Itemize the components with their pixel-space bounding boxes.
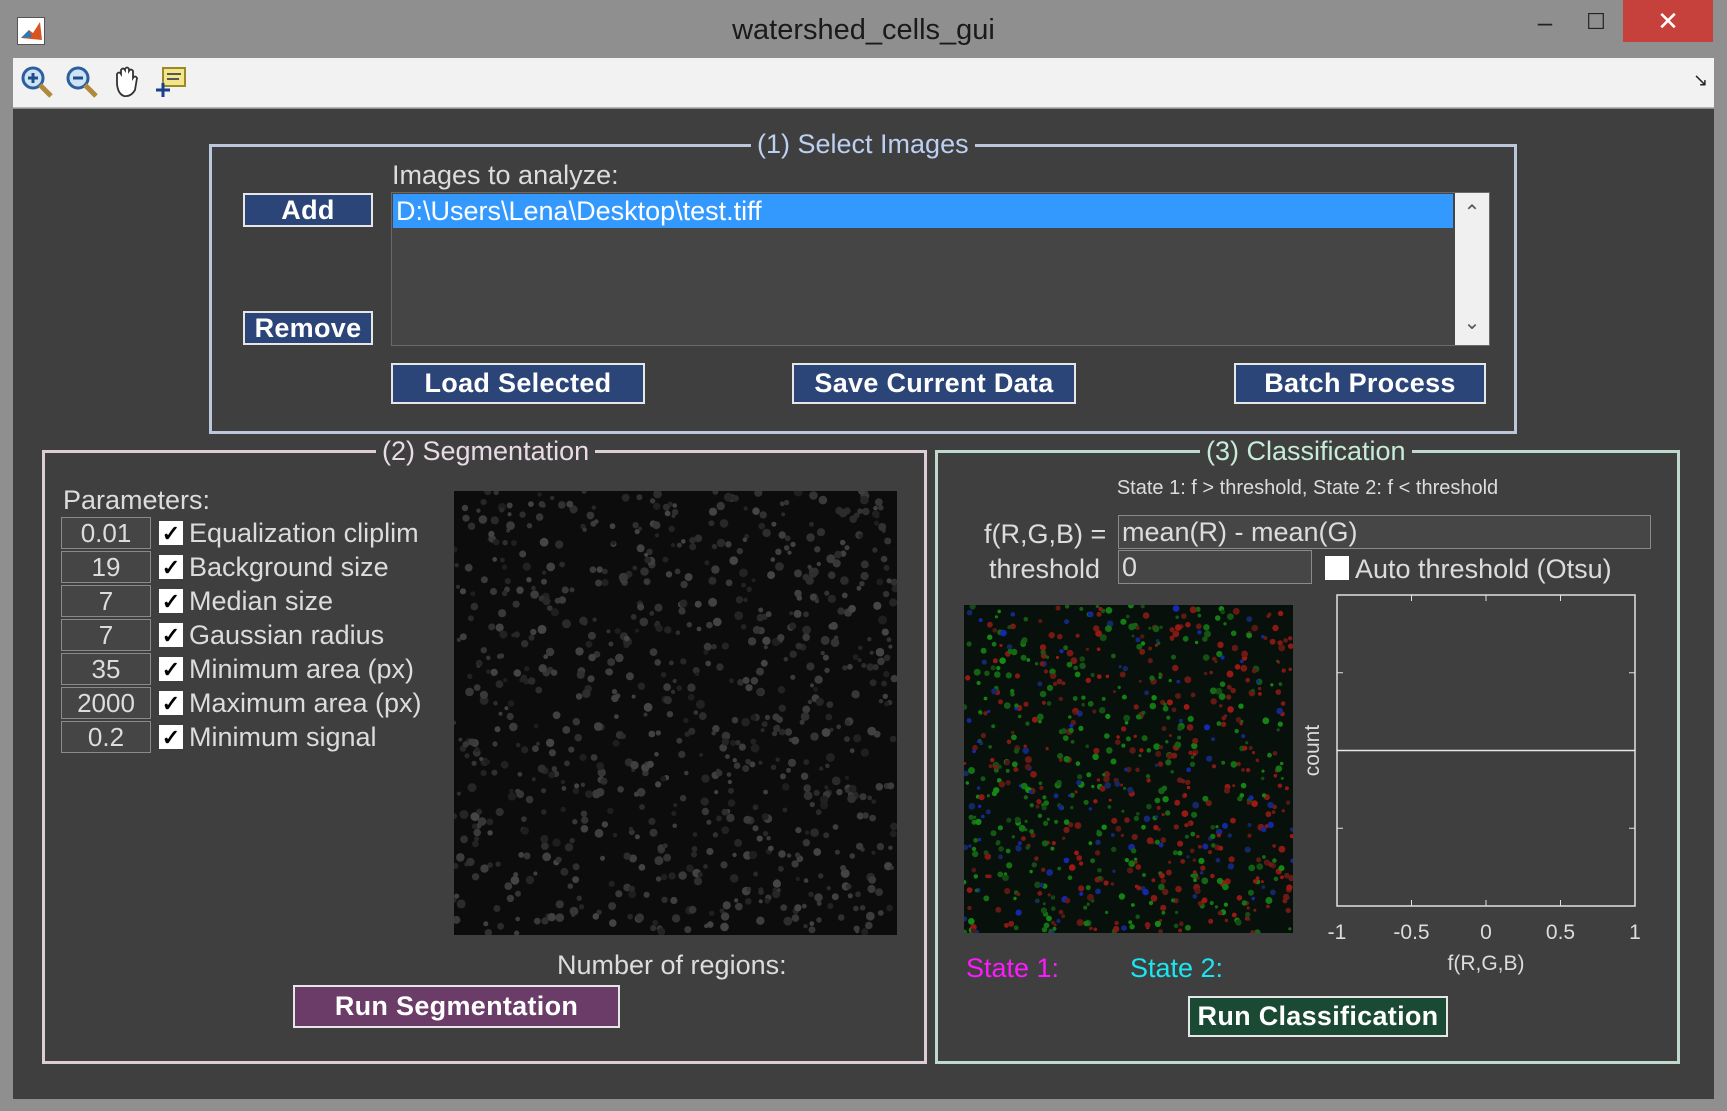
save-current-data-button[interactable]: Save Current Data (792, 363, 1076, 404)
scroll-up-icon[interactable]: ⌃ (1455, 195, 1489, 224)
auto-threshold-label: Auto threshold (Otsu) (1355, 554, 1612, 584)
f-label: f(R,G,B) = (984, 519, 1107, 549)
x-tick-label: 1 (1629, 921, 1641, 944)
zoom-out-icon[interactable] (64, 64, 100, 100)
x-tick-label: 0 (1480, 921, 1492, 944)
y-axis-label: count (1301, 725, 1324, 777)
f-expression-input[interactable]: mean(R) - mean(G) (1118, 515, 1651, 549)
x-tick-label: 0.5 (1546, 921, 1575, 944)
param-enable-checkbox[interactable]: ✓ (159, 725, 183, 750)
param-enable-checkbox[interactable]: ✓ (159, 555, 183, 580)
figure-toolbar: ↘ (13, 58, 1714, 108)
images-list-label: Images to analyze: (392, 160, 619, 190)
param-value-input[interactable]: 0.01 (61, 517, 151, 549)
listbox-scrollbar[interactable]: ⌃ ⌄ (1455, 193, 1489, 345)
window-title: watershed_cells_gui (732, 14, 995, 46)
param-label: Gaussian radius (189, 620, 385, 650)
x-axis-label: f(R,G,B) (1448, 952, 1525, 975)
param-value-input[interactable]: 7 (61, 585, 151, 617)
images-listbox[interactable]: D:\Users\Lena\Desktop\test.tiff ⌃ ⌄ (391, 192, 1490, 346)
histogram-chart: -1 -0.5 0 0.5 1 f(R,G,B) count (1230, 590, 1680, 990)
auto-threshold-checkbox[interactable] (1325, 556, 1349, 580)
param-enable-checkbox[interactable]: ✓ (159, 691, 183, 716)
segmentation-image (454, 491, 897, 935)
segmentation-title: (2) Segmentation (376, 436, 596, 467)
pan-hand-icon[interactable] (109, 64, 145, 100)
classification-title: (3) Classification (1200, 436, 1412, 467)
param-enable-checkbox[interactable]: ✓ (159, 623, 183, 648)
param-value-input[interactable]: 19 (61, 551, 151, 583)
maximize-button[interactable]: ☐ (1570, 0, 1622, 44)
parameters-label: Parameters: (63, 485, 211, 515)
threshold-label: threshold (989, 554, 1101, 584)
run-segmentation-button[interactable]: Run Segmentation (293, 985, 620, 1028)
data-cursor-icon[interactable] (153, 64, 189, 100)
x-tick-label: -1 (1328, 921, 1347, 944)
select-images-title: (1) Select Images (751, 129, 975, 160)
load-selected-button[interactable]: Load Selected (391, 363, 645, 404)
param-label: Maximum area (px) (189, 688, 422, 718)
param-label: Minimum area (px) (189, 654, 415, 684)
param-label: Equalization cliplim (189, 518, 419, 548)
batch-process-button[interactable]: Batch Process (1234, 363, 1486, 404)
param-label: Minimum signal (189, 722, 377, 752)
x-tick-label: -0.5 (1393, 921, 1429, 944)
param-label: Median size (189, 586, 334, 616)
number-of-regions-label: Number of regions: (557, 950, 787, 980)
param-value-input[interactable]: 2000 (61, 687, 151, 719)
param-enable-checkbox[interactable]: ✓ (159, 521, 183, 546)
run-classification-button[interactable]: Run Classification (1188, 996, 1448, 1037)
toolbar-overflow-icon[interactable]: ↘ (1693, 70, 1708, 91)
param-value-input[interactable]: 35 (61, 653, 151, 685)
param-value-input[interactable]: 7 (61, 619, 151, 651)
remove-button[interactable]: Remove (243, 311, 373, 345)
list-item-selected[interactable]: D:\Users\Lena\Desktop\test.tiff (393, 194, 1453, 228)
zoom-in-icon[interactable] (19, 64, 55, 100)
classification-rule-text: State 1: f > threshold, State 2: f < thr… (1116, 477, 1499, 499)
minimize-button[interactable]: – (1520, 0, 1570, 44)
close-button[interactable]: ✕ (1623, 0, 1713, 42)
state1-label: State 1: (966, 953, 1060, 983)
add-button[interactable]: Add (243, 193, 373, 227)
state2-label: State 2: (1130, 953, 1224, 983)
param-value-input[interactable]: 0.2 (61, 721, 151, 753)
param-enable-checkbox[interactable]: ✓ (159, 657, 183, 682)
threshold-input[interactable]: 0 (1118, 550, 1312, 584)
param-label: Background size (189, 552, 389, 582)
param-enable-checkbox[interactable]: ✓ (159, 589, 183, 614)
scroll-down-icon[interactable]: ⌄ (1455, 311, 1489, 341)
